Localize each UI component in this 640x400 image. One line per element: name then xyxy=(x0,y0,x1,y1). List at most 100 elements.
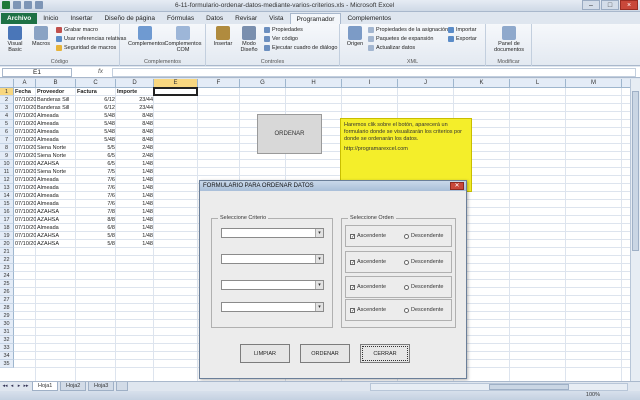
data-cell[interactable]: 07/10/2013 xyxy=(14,176,36,184)
tab-archivo[interactable]: Archivo xyxy=(1,13,38,24)
active-cell[interactable] xyxy=(153,87,198,96)
ejecutar-dialogo-button[interactable]: Ejecutar cuadro de diálogo xyxy=(264,45,337,51)
macros-button[interactable]: Macros xyxy=(28,26,54,47)
fx-icon[interactable]: fx xyxy=(98,68,103,75)
row-header[interactable]: 23 xyxy=(0,264,14,272)
row-header[interactable]: 24 xyxy=(0,272,14,280)
descendente-option-3[interactable]: Descendente xyxy=(404,284,443,290)
last-sheet-icon[interactable]: ▸▸ xyxy=(23,383,29,390)
row-header[interactable]: 17 xyxy=(0,216,14,224)
data-cell[interactable]: 8/48 xyxy=(116,128,154,136)
row-header[interactable]: 12 xyxy=(0,176,14,184)
tab-formulas[interactable]: Fórmulas xyxy=(161,13,200,24)
zoom-level[interactable]: 100% xyxy=(586,392,600,398)
propiedades-asignacion-button[interactable]: Propiedades de la asignación xyxy=(368,27,448,33)
column-header[interactable]: M xyxy=(566,79,622,88)
row-header[interactable]: 1 xyxy=(0,88,14,96)
tab-vista[interactable]: Vista xyxy=(263,13,289,24)
row-header[interactable]: 29 xyxy=(0,312,14,320)
data-cell[interactable]: 7/8 xyxy=(76,208,116,216)
data-cell[interactable]: 7/6 xyxy=(76,184,116,192)
data-cell[interactable]: 07/10/2013 xyxy=(14,240,36,248)
redo-icon[interactable] xyxy=(35,1,43,9)
column-header[interactable]: F xyxy=(198,79,240,88)
tab-inicio[interactable]: Inicio xyxy=(37,13,64,24)
data-cell[interactable]: 1/48 xyxy=(116,216,154,224)
visual-basic-button[interactable]: Visual Basic xyxy=(2,26,28,53)
formula-input[interactable] xyxy=(112,68,636,77)
checkbox[interactable]: ✓ xyxy=(350,307,355,313)
row-header[interactable]: 16 xyxy=(0,208,14,216)
criteria-combo-3[interactable]: ▾ xyxy=(221,280,324,290)
data-cell[interactable]: 6/8 xyxy=(76,224,116,232)
data-cell[interactable]: 8/8 xyxy=(76,216,116,224)
data-cell[interactable]: 07/10/2013 xyxy=(14,184,36,192)
chevron-down-icon[interactable]: ▾ xyxy=(315,281,323,289)
data-cell[interactable]: Siena Norte xyxy=(36,152,76,160)
data-cell[interactable]: 7/6 xyxy=(76,200,116,208)
ordenar-button[interactable]: ORDENAR xyxy=(300,344,350,363)
tab-datos[interactable]: Datos xyxy=(200,13,229,24)
data-cell[interactable]: Siena Norte xyxy=(36,168,76,176)
cerrar-button[interactable]: CERRAR xyxy=(360,344,410,363)
tab-programador[interactable]: Programador xyxy=(289,13,342,24)
data-cell[interactable]: 1/48 xyxy=(116,176,154,184)
data-cell[interactable]: 07/10/2013 xyxy=(14,168,36,176)
data-cell[interactable]: 07/10/2013 xyxy=(14,112,36,120)
data-cell[interactable]: 07/10/2013 xyxy=(14,224,36,232)
data-cell[interactable]: 07/10/2013 xyxy=(14,120,36,128)
data-cell[interactable]: 07/10/2013 xyxy=(14,160,36,168)
column-header[interactable]: N xyxy=(622,79,630,88)
column-header[interactable]: H xyxy=(286,79,342,88)
checkbox[interactable]: ✓ xyxy=(350,284,355,290)
undo-icon[interactable] xyxy=(24,1,32,9)
row-header[interactable]: 26 xyxy=(0,288,14,296)
ascendente-option-2[interactable]: ✓ Ascendente xyxy=(350,259,386,265)
data-cell[interactable]: Banderas Sill xyxy=(36,96,76,104)
data-cell[interactable]: 07/10/2013 xyxy=(14,152,36,160)
ascendente-option-3[interactable]: ✓ Ascendente xyxy=(350,284,386,290)
paquetes-expansion-button[interactable]: Paquetes de expansión xyxy=(368,36,434,42)
column-header[interactable]: I xyxy=(342,79,398,88)
data-cell[interactable]: 5/8 xyxy=(76,240,116,248)
row-header[interactable]: 8 xyxy=(0,144,14,152)
row-header[interactable]: 13 xyxy=(0,184,14,192)
data-cell[interactable]: AZAHSA xyxy=(36,208,76,216)
horizontal-scroll-thumb[interactable] xyxy=(489,384,569,390)
data-cell[interactable]: 23/44 xyxy=(116,96,154,104)
data-cell[interactable]: 07/10/2013 xyxy=(14,216,36,224)
first-sheet-icon[interactable]: ◂◂ xyxy=(2,383,8,390)
descendente-option-2[interactable]: Descendente xyxy=(404,259,443,265)
data-cell[interactable]: AZAHSA xyxy=(36,160,76,168)
vertical-scrollbar[interactable] xyxy=(630,79,640,381)
data-cell[interactable]: 2/48 xyxy=(116,144,154,152)
sheet-tab-hoja1[interactable]: Hoja1 xyxy=(32,382,59,391)
data-cell[interactable]: 1/48 xyxy=(116,240,154,248)
data-cell[interactable]: 1/48 xyxy=(116,184,154,192)
data-cell[interactable]: 1/48 xyxy=(116,168,154,176)
column-header[interactable]: L xyxy=(510,79,566,88)
referencias-relativas-button[interactable]: Usar referencias relativas xyxy=(56,36,126,42)
data-cell[interactable]: 07/10/2013 xyxy=(14,104,36,112)
data-cell[interactable]: 7/5 xyxy=(76,168,116,176)
row-header[interactable]: 19 xyxy=(0,232,14,240)
row-header[interactable]: 32 xyxy=(0,336,14,344)
row-header[interactable]: 2 xyxy=(0,96,14,104)
propiedades-button[interactable]: Propiedades xyxy=(264,27,303,33)
save-icon[interactable] xyxy=(13,1,21,9)
radio[interactable] xyxy=(404,259,409,265)
row-header[interactable]: 27 xyxy=(0,296,14,304)
data-cell[interactable]: 07/10/2013 xyxy=(14,232,36,240)
note-url[interactable]: http://programarexcel.com xyxy=(344,146,468,153)
header-cell[interactable]: Importe xyxy=(116,88,154,96)
checkbox[interactable]: ✓ xyxy=(350,259,355,265)
data-cell[interactable]: 07/10/2013 xyxy=(14,208,36,216)
row-header[interactable]: 3 xyxy=(0,104,14,112)
data-cell[interactable]: 6/5 xyxy=(76,152,116,160)
data-cell[interactable]: AZAHSA xyxy=(36,232,76,240)
next-sheet-icon[interactable]: ▸ xyxy=(16,383,22,390)
complementos-com-button[interactable]: Complementos COM xyxy=(164,26,202,53)
criteria-combo-4[interactable]: ▾ xyxy=(221,302,324,312)
ascendente-option-1[interactable]: ✓ Ascendente xyxy=(350,233,386,239)
data-cell[interactable]: Almeada xyxy=(36,120,76,128)
